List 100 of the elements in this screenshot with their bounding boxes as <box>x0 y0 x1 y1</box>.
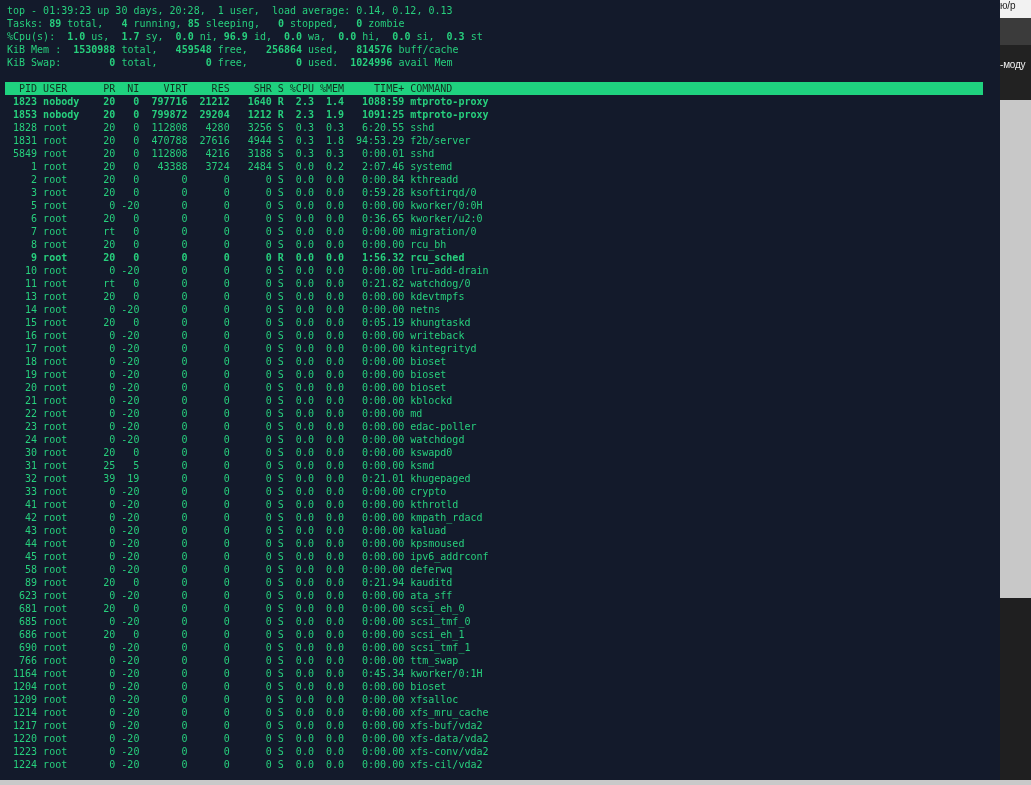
table-cell: rcu_bh <box>410 238 447 251</box>
table-cell-text: 0 <box>222 602 230 615</box>
table-cell-text: 0 <box>108 550 116 563</box>
table-cell-text: 19 <box>126 472 140 485</box>
table-cell-text: 0 <box>180 563 188 576</box>
table-cell-text: 0 <box>180 602 188 615</box>
table-cell: -20 <box>121 342 140 355</box>
table-cell-text: 0.0 <box>294 459 314 472</box>
table-cell: mtproto-proxy <box>410 108 489 121</box>
table-cell-text: 1214 <box>12 706 38 719</box>
table-cell-text: 8 <box>30 238 38 251</box>
table-cell: S <box>277 745 284 758</box>
table-cell: xfs-cil/vda2 <box>410 758 483 771</box>
table-cell-text: 3256 <box>246 121 272 134</box>
table-cell-text: 0 <box>222 485 230 498</box>
table-cell-text: 0.0 <box>294 173 314 186</box>
table-cell-text: 0 <box>264 667 272 680</box>
table-cell-text: 0 <box>108 420 116 433</box>
table-cell-text: 0:36.65 <box>361 212 405 225</box>
table-cell-text: 0 <box>132 95 140 108</box>
table-cell: S <box>277 732 284 745</box>
table-cell: ksmd <box>410 459 435 472</box>
table-cell-text: 0:00.00 <box>361 381 405 394</box>
table-cell: -20 <box>121 433 140 446</box>
table-cell: xfs-conv/vda2 <box>410 745 489 758</box>
table-cell-text: 1.8 <box>324 134 344 147</box>
table-cell: xfsalloc <box>410 693 459 706</box>
table-cell-text: nobody <box>43 108 81 121</box>
table-cell-text: 0 <box>264 589 272 602</box>
table-cell-text: root <box>43 407 69 420</box>
table-cell-text: 0 <box>180 615 188 628</box>
table-cell-text: 5 <box>30 199 38 212</box>
table-cell-text: 0 <box>108 745 116 758</box>
table-cell-text: 0.0 <box>324 186 344 199</box>
table-cell-text: 11 <box>24 277 38 290</box>
table-cell-text: 0.0 <box>294 238 314 251</box>
table-cell-text: 0 <box>108 758 116 771</box>
table-cell: kworker/0:1H <box>410 667 483 680</box>
table-cell-text: 0.0 <box>324 602 344 615</box>
table-cell-text: 0 <box>222 563 230 576</box>
table-cell-text: root <box>43 121 69 134</box>
table-cell: watchdog/0 <box>410 277 471 290</box>
table-cell-text: 0 <box>108 706 116 719</box>
table-cell-text: 0:00.00 <box>361 407 405 420</box>
table-cell-text: 0:00.00 <box>361 420 405 433</box>
table-cell-text: 0 <box>222 342 230 355</box>
table-cell-text: 0.0 <box>324 667 344 680</box>
table-cell-text: 0.0 <box>294 628 314 641</box>
table-cell-text: 0 <box>180 420 188 433</box>
table-cell: -20 <box>121 758 140 771</box>
table-cell: S <box>277 199 284 212</box>
table-cell: ipv6_addrconf <box>410 550 489 563</box>
table-cell: scsi_eh_1 <box>410 628 465 641</box>
table-cell-text: 4280 <box>204 121 230 134</box>
table-cell-text: 22 <box>24 407 38 420</box>
table-cell-text: root <box>43 394 69 407</box>
table-cell: -20 <box>121 199 140 212</box>
table-cell-text: root <box>43 238 69 251</box>
table-cell-text: 0:00.00 <box>361 524 405 537</box>
table-cell-text: 0 <box>132 225 140 238</box>
table-cell-text: 0:00.01 <box>361 147 405 160</box>
table-cell: kintegrityd <box>410 342 477 355</box>
table-cell-text: 0:00.00 <box>361 654 405 667</box>
table-cell-text: 0.0 <box>294 680 314 693</box>
table-cell-text: 0 <box>222 316 230 329</box>
table-cell-text: 20 <box>102 446 116 459</box>
table-cell-text: 0.0 <box>294 160 314 173</box>
table-cell-text: 0 <box>264 316 272 329</box>
table-cell-text: 0 <box>222 394 230 407</box>
table-cell: S <box>277 680 284 693</box>
column-header: COMMAND <box>410 82 453 95</box>
table-cell: sshd <box>410 147 435 160</box>
table-cell-text: 0 <box>264 732 272 745</box>
column-header: S <box>277 82 284 95</box>
table-cell: -20 <box>121 563 140 576</box>
table-cell-text: 0.0 <box>294 368 314 381</box>
table-cell-text: 0.0 <box>294 472 314 485</box>
table-cell: S <box>277 303 284 316</box>
table-cell: S <box>277 121 284 134</box>
table-cell: scsi_tmf_0 <box>410 615 471 628</box>
table-cell-text: 0.0 <box>324 511 344 524</box>
table-cell-text: 0 <box>222 212 230 225</box>
table-cell-text: 0.0 <box>324 303 344 316</box>
table-cell-text: 0 <box>222 420 230 433</box>
table-cell-text: 0.0 <box>294 316 314 329</box>
table-cell-text: 0 <box>108 498 116 511</box>
table-cell-text: 0:00.00 <box>361 745 405 758</box>
table-cell-text: 686 <box>18 628 38 641</box>
table-cell-text: 0 <box>264 615 272 628</box>
table-cell-text: 0 <box>132 628 140 641</box>
table-cell-text: 0.0 <box>324 654 344 667</box>
column-header: NI <box>126 82 140 95</box>
table-cell: bioset <box>410 368 447 381</box>
table-cell-text: 0.0 <box>324 251 344 264</box>
table-cell-text: 0.0 <box>294 602 314 615</box>
table-cell-text: root <box>43 433 69 446</box>
table-cell-text: root <box>43 316 69 329</box>
table-cell-text: root <box>43 498 69 511</box>
table-cell-text: 0 <box>222 173 230 186</box>
table-cell-text: 33 <box>24 485 38 498</box>
